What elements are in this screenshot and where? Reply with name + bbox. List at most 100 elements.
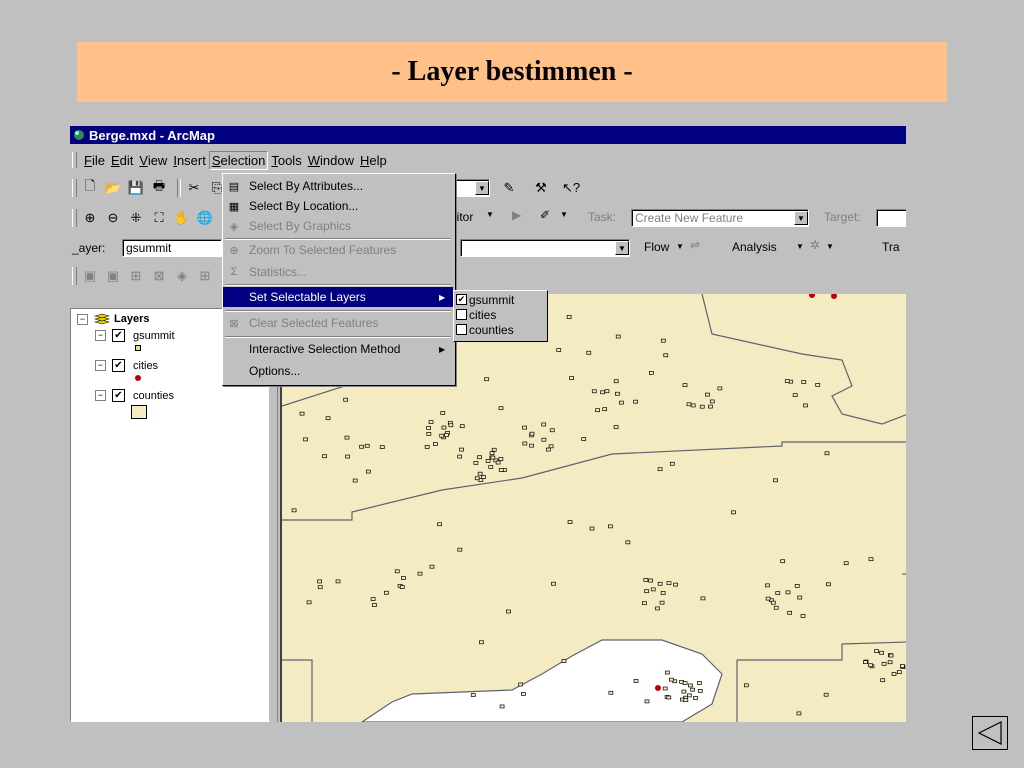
summit-point[interactable] bbox=[669, 461, 675, 466]
summit-point[interactable] bbox=[775, 591, 781, 595]
zoom-in-icon[interactable]: ⊕ bbox=[81, 209, 99, 227]
pan-hand-icon[interactable]: ✋ bbox=[173, 209, 191, 227]
summit-point[interactable] bbox=[325, 416, 331, 421]
summit-point[interactable] bbox=[299, 411, 305, 416]
summit-point[interactable] bbox=[880, 678, 886, 683]
summit-point[interactable] bbox=[549, 428, 555, 433]
menu-tools[interactable]: Tools bbox=[268, 151, 304, 170]
summit-point[interactable] bbox=[700, 596, 706, 601]
summit-point[interactable] bbox=[796, 711, 802, 716]
summit-point[interactable] bbox=[863, 660, 868, 665]
summit-point[interactable] bbox=[633, 399, 638, 404]
summit-point[interactable] bbox=[556, 348, 562, 352]
toolbar-grip[interactable] bbox=[72, 209, 77, 227]
summit-point[interactable] bbox=[345, 454, 350, 459]
summit-point[interactable] bbox=[424, 445, 430, 449]
summit-point[interactable] bbox=[823, 692, 829, 697]
summit-point[interactable] bbox=[669, 677, 674, 682]
summit-point[interactable] bbox=[879, 650, 884, 655]
summit-point[interactable] bbox=[681, 689, 687, 694]
selectable-checkbox[interactable] bbox=[456, 324, 467, 335]
summit-point[interactable] bbox=[785, 590, 791, 595]
menu-file[interactable]: File bbox=[81, 151, 108, 170]
summit-point[interactable] bbox=[773, 605, 779, 610]
summit-point[interactable] bbox=[608, 524, 613, 529]
topology-tool-icon[interactable]: ⊠ bbox=[150, 267, 168, 285]
selectable-layer-cities[interactable]: cities bbox=[456, 307, 496, 322]
summit-point[interactable] bbox=[484, 377, 489, 382]
summit-point[interactable] bbox=[498, 457, 504, 461]
summit-point[interactable] bbox=[688, 683, 693, 688]
summit-point[interactable] bbox=[428, 420, 434, 424]
open-folder-icon[interactable]: 📂 bbox=[104, 179, 122, 197]
summit-point[interactable] bbox=[891, 672, 897, 676]
summit-point[interactable] bbox=[477, 471, 483, 476]
menu-item-clear-selected[interactable]: ⊠ Clear Selected Features bbox=[223, 313, 453, 333]
toc-layer-cities[interactable]: − ✔ cities bbox=[95, 359, 158, 372]
summit-point[interactable] bbox=[529, 431, 535, 436]
topology-tool-icon[interactable]: ▣ bbox=[104, 267, 122, 285]
summit-point[interactable] bbox=[551, 581, 556, 586]
topology-tool-icon[interactable]: ⊞ bbox=[196, 267, 214, 285]
summit-point[interactable] bbox=[666, 581, 672, 585]
summit-point[interactable] bbox=[657, 581, 663, 586]
summit-point[interactable] bbox=[693, 696, 698, 700]
menu-item-interactive-selection-method[interactable]: Interactive Selection Method ▶ bbox=[223, 339, 453, 359]
menu-item-select-by-graphics[interactable]: ◈ Select By Graphics bbox=[223, 216, 453, 236]
summit-point[interactable] bbox=[566, 315, 572, 319]
summit-point[interactable] bbox=[803, 403, 808, 408]
summit-point[interactable] bbox=[659, 600, 665, 605]
summit-point[interactable] bbox=[481, 475, 486, 479]
summit-point[interactable] bbox=[437, 522, 442, 527]
new-document-icon[interactable]: 🗋 bbox=[81, 178, 99, 197]
edit-tool-icon[interactable]: ▶ bbox=[512, 208, 521, 222]
summit-point[interactable] bbox=[459, 447, 464, 452]
toc-layer-gsummit[interactable]: − ✔ gsummit bbox=[95, 329, 175, 342]
toc-root[interactable]: − Layers bbox=[77, 313, 149, 325]
summit-point[interactable] bbox=[801, 380, 807, 384]
summit-point[interactable] bbox=[343, 397, 349, 402]
layer-visibility-checkbox[interactable]: ✔ bbox=[112, 359, 125, 372]
counties-symbol[interactable] bbox=[131, 405, 147, 419]
summit-point[interactable] bbox=[372, 603, 377, 607]
summit-point[interactable] bbox=[439, 433, 445, 438]
toolbar-grip[interactable] bbox=[72, 179, 77, 197]
selectable-checkbox[interactable]: ✔ bbox=[456, 294, 467, 305]
summit-point[interactable] bbox=[581, 437, 587, 441]
summit-point[interactable] bbox=[384, 590, 389, 595]
chevron-down-icon[interactable]: ▼ bbox=[486, 210, 494, 219]
trace-menu[interactable]: Tra bbox=[882, 240, 900, 254]
summit-point[interactable] bbox=[887, 660, 893, 665]
summit-point[interactable] bbox=[303, 437, 308, 442]
summit-point[interactable] bbox=[518, 682, 524, 687]
slide-back-button[interactable] bbox=[972, 716, 1008, 750]
chevron-down-icon[interactable]: ▼ bbox=[796, 242, 804, 251]
scale-combobox[interactable]: ▼ bbox=[454, 179, 490, 197]
summit-point[interactable] bbox=[522, 425, 527, 430]
whats-this-help-icon[interactable]: ↖? bbox=[562, 179, 580, 197]
menu-item-zoom-to-selected[interactable]: ⊕ Zoom To Selected Features bbox=[223, 240, 453, 260]
summit-point[interactable] bbox=[477, 455, 482, 460]
network-combobox[interactable]: ▼ bbox=[460, 239, 630, 257]
flow-arrows-icon[interactable]: ⇌ bbox=[690, 238, 700, 252]
summit-point[interactable] bbox=[364, 443, 370, 448]
summit-point[interactable] bbox=[589, 526, 595, 531]
summit-point[interactable] bbox=[643, 578, 649, 582]
summit-point[interactable] bbox=[495, 460, 501, 465]
summit-point[interactable] bbox=[529, 443, 534, 448]
selectable-checkbox[interactable] bbox=[456, 309, 467, 320]
summit-point[interactable] bbox=[426, 425, 431, 430]
summit-point[interactable] bbox=[488, 465, 494, 469]
summit-point[interactable] bbox=[541, 422, 547, 427]
full-extent-globe-icon[interactable]: 🌐 bbox=[196, 209, 214, 227]
fixed-zoom-in-icon[interactable]: ⁜ bbox=[127, 209, 145, 227]
window-titlebar[interactable]: Berge.mxd - ArcMap bbox=[70, 126, 906, 144]
summit-point[interactable] bbox=[457, 454, 463, 459]
summit-point[interactable] bbox=[440, 411, 446, 415]
summit-point[interactable] bbox=[498, 406, 504, 411]
summit-point[interactable] bbox=[370, 597, 376, 601]
summit-point[interactable] bbox=[633, 679, 639, 683]
summit-point[interactable] bbox=[731, 510, 736, 515]
summit-point[interactable] bbox=[322, 454, 327, 459]
summit-point[interactable] bbox=[521, 692, 526, 696]
